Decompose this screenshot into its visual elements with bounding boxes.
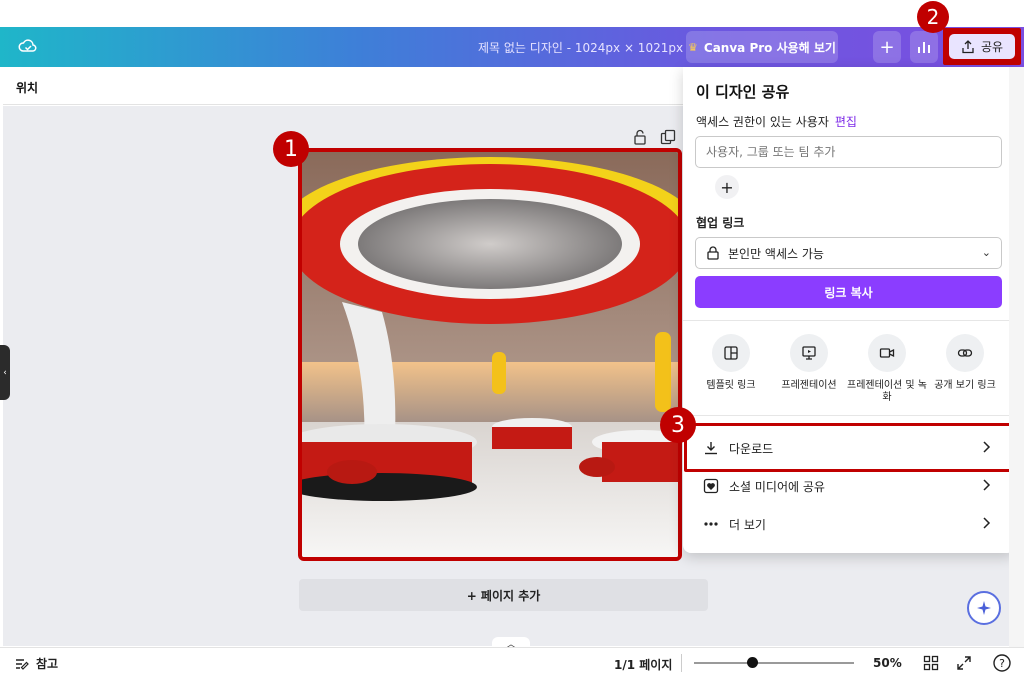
- cloud-sync-icon[interactable]: [18, 37, 38, 57]
- fullscreen-icon[interactable]: [956, 655, 972, 671]
- option-label: 공개 보기 링크: [934, 380, 996, 391]
- chevron-left-icon: ‹: [3, 367, 7, 378]
- add-collaborator-button[interactable]: +: [873, 31, 901, 63]
- public-view-link-option[interactable]: 공개 보기 링크: [925, 334, 1005, 392]
- access-level-select[interactable]: 본인만 액세스 가능 ⌄: [695, 237, 1002, 269]
- notes-label: 참고: [36, 657, 59, 671]
- chevron-right-icon: [983, 517, 991, 529]
- chevron-down-icon: ⌄: [981, 246, 991, 259]
- video-icon: [868, 334, 906, 372]
- annotation-badge-2: 2: [917, 1, 949, 33]
- heart-icon: [703, 478, 719, 494]
- access-label: 액세스 권한이 있는 사용자 편집: [696, 113, 857, 130]
- document-title[interactable]: 제목 없는 디자인 - 1024px × 1021px: [478, 39, 683, 56]
- divider: [683, 415, 1015, 416]
- template-link-option[interactable]: 템플릿 링크: [691, 334, 771, 392]
- share-button[interactable]: 공유: [949, 34, 1015, 59]
- magic-assistant-button[interactable]: [967, 591, 1001, 625]
- add-page-button[interactable]: + 페이지 추가: [299, 579, 708, 611]
- vertical-scrollbar[interactable]: [1009, 67, 1024, 647]
- sparkle-icon: [977, 601, 991, 615]
- access-label-text: 액세스 권한이 있는 사용자: [696, 115, 829, 129]
- restaurant-interior-image[interactable]: [302, 152, 678, 557]
- design-image-frame[interactable]: [298, 148, 682, 561]
- zoom-slider[interactable]: [694, 662, 854, 664]
- more-icon: [704, 522, 718, 526]
- collab-link-label: 협업 링크: [696, 216, 745, 230]
- notes-icon: [16, 658, 29, 670]
- page-count[interactable]: 1/1 페이지: [614, 656, 672, 673]
- see-more-label: 더 보기: [729, 517, 766, 532]
- option-label: 프레젠테이션 및 녹화: [847, 380, 927, 403]
- present-and-record-option[interactable]: 프레젠테이션 및 녹화: [847, 334, 927, 404]
- collapse-panel-handle[interactable]: ‹: [0, 345, 10, 400]
- see-more-row[interactable]: 더 보기: [703, 506, 993, 542]
- chevron-right-icon: [983, 479, 991, 491]
- crown-icon: ♛: [688, 40, 698, 54]
- annotation-badge-3: 3: [660, 407, 696, 443]
- zoom-slider-handle[interactable]: [746, 657, 758, 668]
- plus-icon: +: [720, 177, 734, 197]
- upload-icon: [962, 39, 974, 53]
- option-label: 템플릿 링크: [706, 380, 756, 391]
- annotation-badge-1: 1: [273, 131, 309, 167]
- access-level-value: 본인만 액세스 가능: [728, 246, 824, 261]
- divider: [683, 320, 1015, 321]
- duplicate-page-icon[interactable]: [660, 129, 676, 145]
- lock-icon[interactable]: [632, 129, 648, 145]
- notes-button[interactable]: 참고: [14, 655, 58, 672]
- share-button-highlight: 공유: [943, 28, 1021, 65]
- help-icon[interactable]: ?: [992, 653, 1012, 673]
- edit-link[interactable]: 편집: [835, 115, 857, 129]
- pro-button-label: Canva Pro 사용해 보기: [703, 40, 836, 55]
- try-canva-pro-button[interactable]: ♛ Canva Pro 사용해 보기: [686, 31, 838, 63]
- bottom-bar: 참고 1/1 페이지 50% ?: [0, 647, 1024, 677]
- add-user-button[interactable]: +: [715, 175, 739, 199]
- grid-view-icon[interactable]: [923, 655, 939, 671]
- lock-icon: [707, 246, 719, 260]
- share-button-label: 공유: [980, 40, 1004, 54]
- share-panel: 이 디자인 공유 액세스 권한이 있는 사용자 편집 + 협업 링크 본인만 액세…: [683, 67, 1015, 553]
- position-toolbar: 위치: [3, 67, 683, 105]
- svg-text:?: ?: [999, 657, 1005, 670]
- download-highlight: [684, 423, 1012, 472]
- option-label: 프레젠테이션: [781, 380, 837, 391]
- divider: [681, 654, 682, 672]
- panel-title: 이 디자인 공유: [696, 83, 790, 101]
- show-pages-button[interactable]: ︿: [492, 637, 530, 650]
- bar-chart-icon: [918, 42, 930, 53]
- copy-link-button[interactable]: 링크 복사: [695, 276, 1002, 308]
- share-social-label: 소셜 미디어에 공유: [729, 479, 825, 494]
- insights-button[interactable]: [910, 31, 938, 63]
- zoom-value[interactable]: 50%: [873, 656, 902, 670]
- presentation-option[interactable]: 프레젠테이션: [769, 334, 849, 392]
- template-icon: [712, 334, 750, 372]
- link-icon: [946, 334, 984, 372]
- position-button[interactable]: 위치: [16, 79, 38, 96]
- editor-header: 제목 없는 디자인 - 1024px × 1021px ♛ Canva Pro …: [0, 27, 1024, 67]
- add-user-input[interactable]: [695, 136, 1002, 168]
- share-social-row[interactable]: 소셜 미디어에 공유: [703, 468, 993, 504]
- presentation-icon: [790, 334, 828, 372]
- plus-icon: +: [879, 36, 895, 58]
- browser-top-strip: [0, 0, 1024, 27]
